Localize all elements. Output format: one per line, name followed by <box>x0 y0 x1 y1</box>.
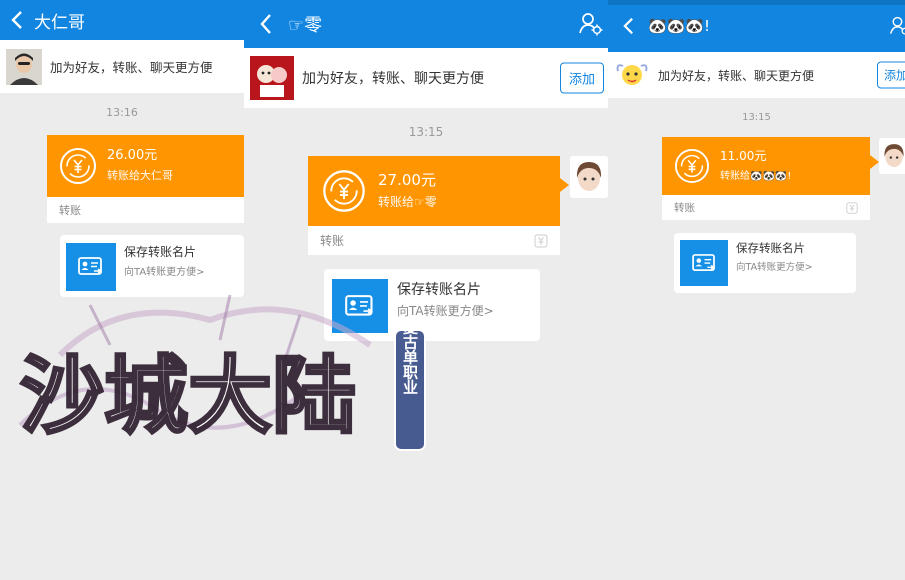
chevron-left-icon <box>622 17 633 35</box>
save-transfer-card[interactable]: 保存转账名片 向TA转账更方便> <box>324 269 540 341</box>
yuan-transfer-icon <box>674 148 710 184</box>
sender-avatar <box>879 138 905 174</box>
add-friend-prompt: 加为好友，转账、聊天更方便 <box>658 68 815 83</box>
id-card-icon <box>66 243 116 291</box>
save-transfer-card[interactable]: 保存转账名片 向TA转账更方便> <box>674 233 856 293</box>
transfer-card-footer: 转账 <box>662 195 870 220</box>
status-strip <box>608 0 905 5</box>
add-friend-bar: 加为好友，转账、聊天更方便 添加 <box>244 48 608 108</box>
contact-settings-icon[interactable] <box>889 15 905 37</box>
back-button[interactable] <box>0 0 34 40</box>
yuan-watermark-icon <box>846 201 858 214</box>
transfer-card-footer: 转账 <box>308 226 560 255</box>
transfer-card[interactable]: 27.00元 转账给☞零 转账 <box>308 156 569 255</box>
transfer-recipient: 转账给☞零 <box>378 194 437 209</box>
transfer-card[interactable]: 26.00元 转账给大仁哥 转账 <box>47 135 244 223</box>
bubble-tail <box>560 178 569 192</box>
transfer-card-body[interactable]: 11.00元 转账给🐼🐼🐼! <box>662 137 870 195</box>
transfer-amount: 26.00元 <box>107 147 158 163</box>
id-card-icon <box>680 240 728 286</box>
message-time: 13:15 <box>742 112 771 123</box>
chevron-left-icon <box>11 11 22 29</box>
save-card-subtitle: 向TA转账更方便> <box>736 262 813 273</box>
add-friend-button[interactable]: 添加 <box>559 62 604 94</box>
title-bar: 🐼🐼🐼! <box>608 0 905 52</box>
chat-title: 大仁哥 <box>34 12 85 33</box>
transfer-card-body[interactable]: 26.00元 转账给大仁哥 <box>47 135 244 197</box>
yuan-transfer-icon <box>60 148 96 184</box>
add-friend-button[interactable]: 添加 <box>876 61 905 89</box>
transfer-label: 转账 <box>674 202 695 214</box>
sender-avatar <box>570 156 608 198</box>
transfer-amount: 27.00元 <box>378 171 436 190</box>
avatar <box>6 48 42 85</box>
add-friend-bar: 加为好友，转账、聊天更方便 添加 <box>608 52 905 98</box>
transfer-card-body[interactable]: 27.00元 转账给☞零 <box>308 156 560 226</box>
transfer-card-footer: 转账 <box>47 197 244 223</box>
title-bar: ☞零 <box>244 0 608 48</box>
chat-panel-1: 大仁哥 加为好友，转账、聊天更方便 13:16 26.00元 转账给大仁哥 转账… <box>0 0 244 580</box>
bubble-tail <box>870 155 879 169</box>
add-friend-bar: 加为好友，转账、聊天更方便 <box>0 40 244 93</box>
title-bar: 大仁哥 <box>0 0 244 40</box>
save-card-title: 保存转账名片 <box>124 245 197 259</box>
message-time: 13:16 <box>106 106 138 119</box>
back-button[interactable] <box>244 0 288 48</box>
chevron-left-icon <box>260 14 271 34</box>
chat-panel-2: ☞零 加为好友，转账、聊天更方便 添加 13:15 27.00元 转账给☞零 转… <box>244 0 608 580</box>
transfer-recipient: 转账给大仁哥 <box>107 169 173 183</box>
save-card-subtitle: 向TA转账更方便> <box>397 304 494 318</box>
chat-title: 🐼🐼🐼! <box>648 17 711 35</box>
chat-panel-3: 🐼🐼🐼! 加为好友，转账、聊天更方便 添加 13:15 11.00元 转账给🐼🐼… <box>608 0 905 580</box>
chat-title: ☞零 <box>288 15 323 36</box>
id-card-icon <box>332 279 388 333</box>
save-card-subtitle: 向TA转账更方便> <box>124 267 205 278</box>
save-card-title: 保存转账名片 <box>397 282 481 298</box>
transfer-label: 转账 <box>320 234 345 248</box>
message-time: 13:15 <box>408 125 444 139</box>
screenshot-collage: 大仁哥 加为好友，转账、聊天更方便 13:16 26.00元 转账给大仁哥 转账… <box>0 0 905 580</box>
transfer-card[interactable]: 11.00元 转账给🐼🐼🐼! 转账 <box>662 137 879 220</box>
add-friend-prompt: 加为好友，转账、聊天更方便 <box>50 60 213 75</box>
back-button[interactable] <box>608 0 648 52</box>
transfer-amount: 11.00元 <box>720 148 767 163</box>
transfer-recipient: 转账给🐼🐼🐼! <box>720 171 792 183</box>
avatar <box>614 57 650 93</box>
save-transfer-card[interactable]: 保存转账名片 向TA转账更方便> <box>60 235 244 297</box>
contact-settings-icon[interactable] <box>578 11 604 37</box>
add-friend-prompt: 加为好友，转账、聊天更方便 <box>302 71 484 87</box>
yuan-watermark-icon <box>534 234 548 247</box>
yuan-transfer-icon <box>323 170 365 212</box>
avatar <box>250 56 294 100</box>
save-card-title: 保存转账名片 <box>736 241 805 255</box>
transfer-label: 转账 <box>59 204 81 217</box>
